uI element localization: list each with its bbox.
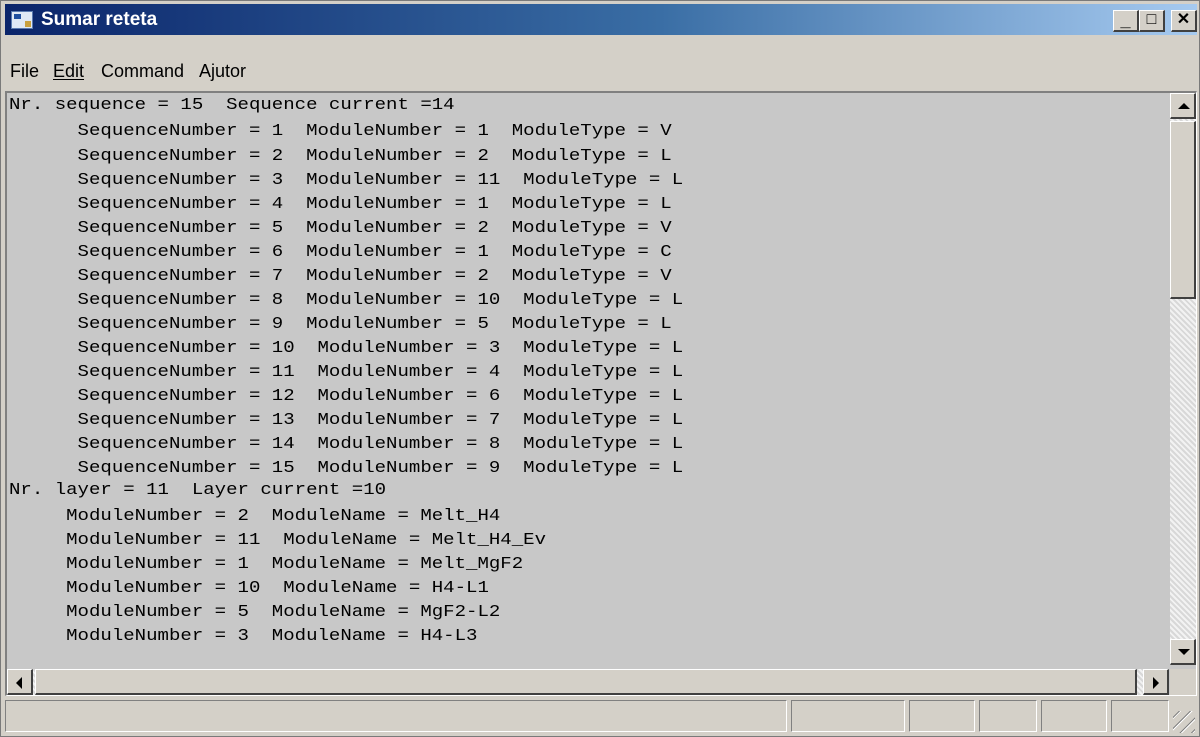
app-window: Sumar reteta _ □ ✕ File Edit Command Aju… [0, 0, 1200, 737]
resize-grip-icon[interactable] [1173, 711, 1195, 733]
text-line: SequenceNumber = 12 ModuleNumber = 6 Mod… [9, 387, 684, 406]
scroll-left-button[interactable] [7, 669, 33, 695]
scroll-up-button[interactable] [1170, 93, 1196, 119]
status-bar [5, 697, 1197, 735]
text-line: SequenceNumber = 5 ModuleNumber = 2 Modu… [9, 219, 672, 238]
app-icon[interactable] [11, 11, 33, 29]
menu-file[interactable]: File [10, 61, 39, 82]
close-button[interactable]: ✕ [1171, 10, 1197, 32]
text-line: SequenceNumber = 1 ModuleNumber = 1 Modu… [9, 122, 672, 141]
maximize-button[interactable]: □ [1139, 10, 1165, 32]
text-line: SequenceNumber = 6 ModuleNumber = 1 Modu… [9, 243, 672, 262]
menu-bar: File Edit Command Ajutor [5, 57, 1197, 87]
text-line: SequenceNumber = 11 ModuleNumber = 4 Mod… [9, 363, 684, 382]
text-content[interactable]: Nr. sequence = 15 Sequence current =14 S… [9, 93, 1169, 651]
title-bar[interactable]: Sumar reteta _ □ ✕ [5, 4, 1197, 35]
text-line: SequenceNumber = 2 ModuleNumber = 2 Modu… [9, 147, 672, 166]
menu-edit[interactable]: Edit [53, 61, 84, 82]
text-line: SequenceNumber = 3 ModuleNumber = 11 Mod… [9, 171, 684, 190]
text-line: SequenceNumber = 4 ModuleNumber = 1 Modu… [9, 195, 672, 214]
status-pane [5, 700, 787, 732]
scrollbar-corner [1170, 669, 1196, 695]
text-line: SequenceNumber = 7 ModuleNumber = 2 Modu… [9, 267, 672, 286]
text-line: SequenceNumber = 8 ModuleNumber = 10 Mod… [9, 291, 684, 310]
text-line: Nr. sequence = 15 Sequence current =14 [9, 96, 455, 115]
vertical-scrollbar[interactable] [1170, 93, 1196, 665]
arrow-up-icon [1178, 103, 1190, 109]
text-line: SequenceNumber = 15 ModuleNumber = 9 Mod… [9, 459, 684, 478]
scroll-thumb-horizontal[interactable] [35, 669, 1137, 695]
menu-ajutor[interactable]: Ajutor [199, 61, 246, 82]
text-line: ModuleNumber = 3 ModuleName = H4-L3 [9, 627, 478, 646]
text-view[interactable]: Nr. sequence = 15 Sequence current =14 S… [5, 91, 1197, 696]
scroll-down-button[interactable] [1170, 639, 1196, 665]
arrow-down-icon [1178, 649, 1190, 655]
text-line: ModuleNumber = 10 ModuleName = H4-L1 [9, 579, 489, 598]
text-line: ModuleNumber = 2 ModuleName = Melt_H4 [9, 507, 501, 526]
text-line: ModuleNumber = 5 ModuleName = MgF2-L2 [9, 603, 501, 622]
horizontal-scrollbar[interactable] [7, 669, 1169, 695]
text-line: SequenceNumber = 13 ModuleNumber = 7 Mod… [9, 411, 684, 430]
arrow-right-icon [1153, 677, 1159, 689]
status-pane [1041, 700, 1107, 732]
text-line: SequenceNumber = 14 ModuleNumber = 8 Mod… [9, 435, 684, 454]
scroll-thumb-vertical[interactable] [1170, 121, 1196, 299]
minimize-button[interactable]: _ [1113, 10, 1139, 32]
text-line: SequenceNumber = 9 ModuleNumber = 5 Modu… [9, 315, 672, 334]
scroll-right-button[interactable] [1143, 669, 1169, 695]
arrow-left-icon [16, 677, 22, 689]
text-line: Nr. layer = 11 Layer current =10 [9, 481, 387, 500]
text-line: ModuleNumber = 1 ModuleName = Melt_MgF2 [9, 555, 524, 574]
status-pane [979, 700, 1037, 732]
text-line: SequenceNumber = 10 ModuleNumber = 3 Mod… [9, 339, 684, 358]
status-pane [791, 700, 905, 732]
text-line: ModuleNumber = 11 ModuleName = Melt_H4_E… [9, 531, 547, 550]
status-pane [1111, 700, 1169, 732]
menu-command[interactable]: Command [101, 61, 184, 82]
status-pane [909, 700, 975, 732]
window-title: Sumar reteta [41, 9, 158, 30]
